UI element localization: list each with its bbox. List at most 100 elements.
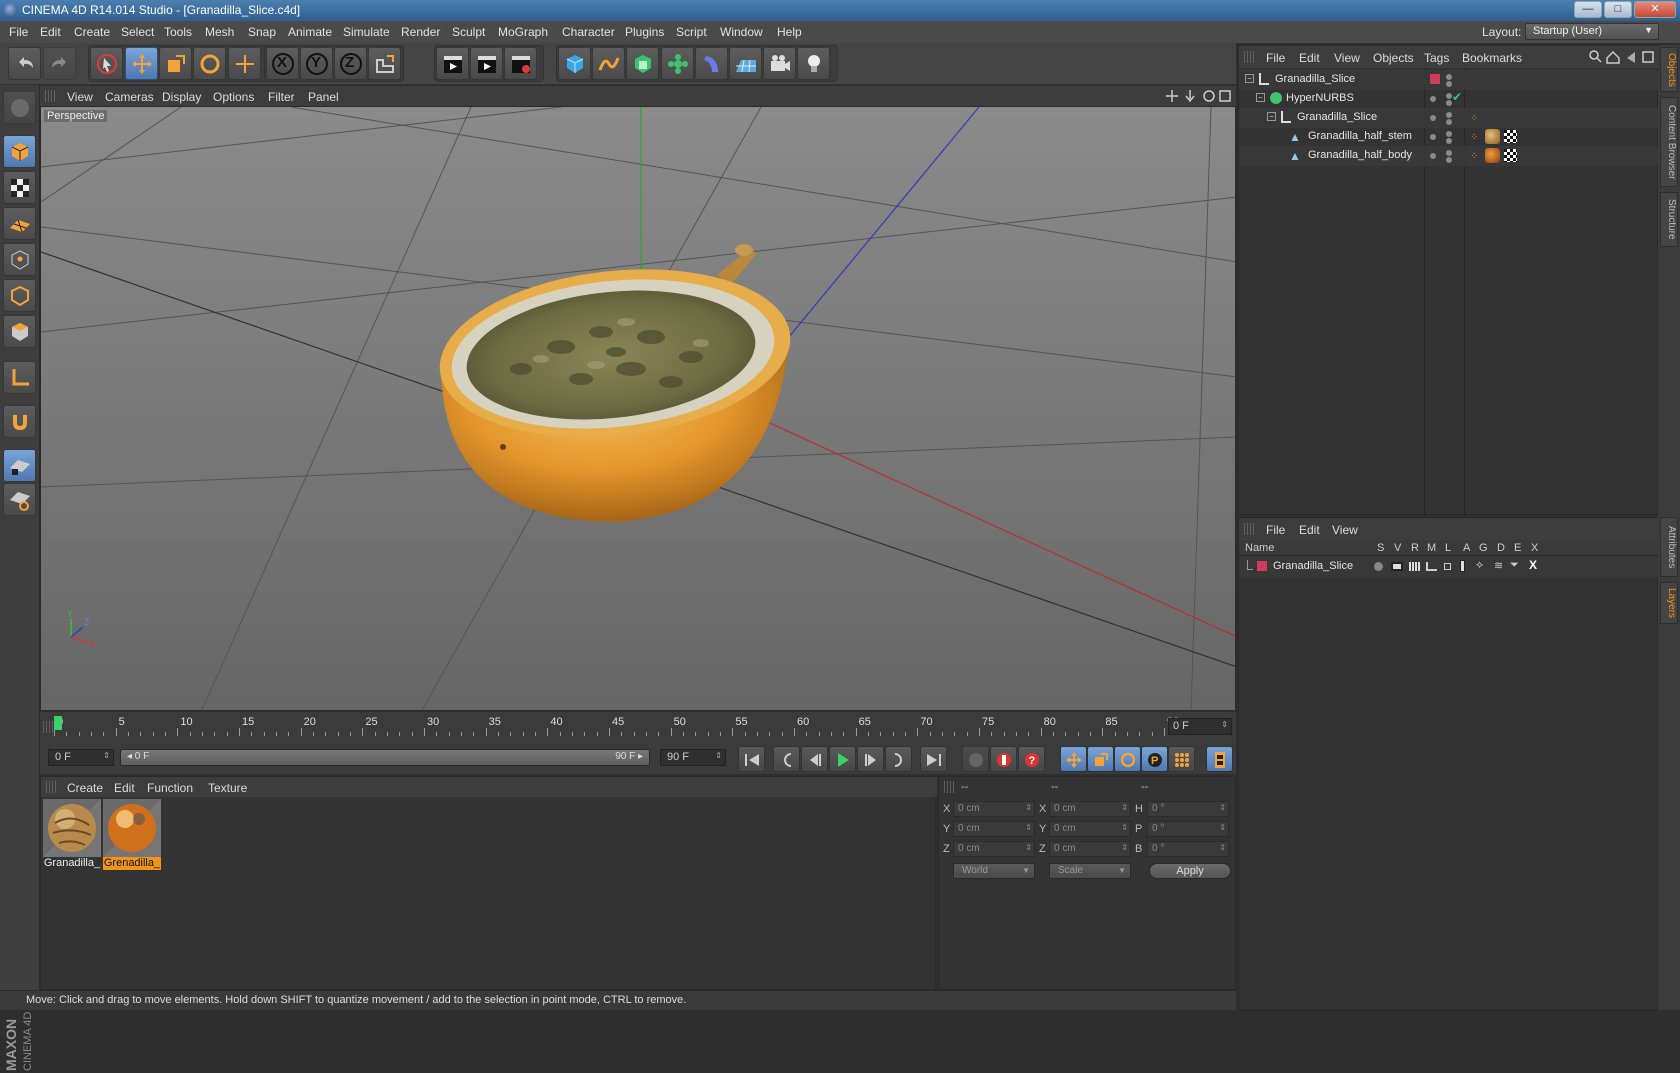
edge-mode-button[interactable] <box>3 279 36 312</box>
col-locked[interactable]: L <box>1445 542 1451 554</box>
panel-grip-icon[interactable] <box>944 781 954 793</box>
col-deformers[interactable]: D <box>1497 542 1505 554</box>
record-active-objects-button[interactable] <box>962 746 989 772</box>
snapping-button[interactable] <box>3 405 36 438</box>
viewport-menu-view[interactable]: View <box>67 90 93 104</box>
go-to-start-button[interactable] <box>738 746 765 772</box>
render-visibility-dot[interactable] <box>1446 119 1452 125</box>
scale-tool-button[interactable] <box>159 47 192 80</box>
menu-edit[interactable]: Edit <box>40 25 61 39</box>
om-menu-bookmarks[interactable]: Bookmarks <box>1462 51 1522 65</box>
live-selection-button[interactable] <box>90 47 123 80</box>
rot-h-field[interactable]: 0 ° ⇕ <box>1147 801 1229 817</box>
pos-x-field[interactable]: 0 cm ⇕ <box>953 801 1035 817</box>
deformer-icon[interactable]: ≋ <box>1494 559 1503 572</box>
col-generators[interactable]: G <box>1479 542 1488 554</box>
col-view[interactable]: V <box>1394 542 1401 554</box>
phong-tag-icon[interactable]: ⁘ <box>1470 113 1479 124</box>
om-menu-view[interactable]: View <box>1334 51 1360 65</box>
xref-icon[interactable]: X <box>1529 558 1537 572</box>
material-tag-icon[interactable] <box>1485 148 1500 163</box>
render-visibility-dot[interactable] <box>1446 81 1452 87</box>
move-tool-button[interactable] <box>125 47 158 80</box>
uvw-tag-icon[interactable] <box>1504 149 1517 162</box>
render-visibility-dot[interactable] <box>1446 157 1452 163</box>
object-row-granadilla-slice[interactable]: − Granadilla_Slice ⁘ <box>1239 108 1659 128</box>
animation-icon[interactable] <box>1460 560 1465 572</box>
3d-viewport[interactable]: Y Z X Perspective <box>40 106 1236 711</box>
menu-tools[interactable]: Tools <box>164 25 192 39</box>
col-xref[interactable]: X <box>1531 542 1538 554</box>
material-menu-function[interactable]: Function <box>147 781 193 795</box>
tab-content-browser[interactable]: Content Browser <box>1660 97 1678 187</box>
undo-button[interactable] <box>8 47 41 80</box>
menu-select[interactable]: Select <box>121 25 154 39</box>
collapse-toggle-icon[interactable]: − <box>1245 74 1254 83</box>
layer-dot[interactable] <box>1430 115 1436 121</box>
collapse-toggle-icon[interactable]: − <box>1256 93 1265 102</box>
uvw-tag-icon[interactable] <box>1504 130 1517 143</box>
col-name[interactable]: Name <box>1245 542 1274 554</box>
collapse-toggle-icon[interactable]: − <box>1267 112 1276 121</box>
subdivision-surface-button[interactable] <box>626 47 659 80</box>
menu-animate[interactable]: Animate <box>288 25 332 39</box>
playhead-marker[interactable] <box>54 716 62 730</box>
viewport-menu-panel[interactable]: Panel <box>308 90 339 104</box>
material-swatch-selected[interactable]: Grenadilla_ <box>103 799 161 871</box>
material-menu-texture[interactable]: Texture <box>208 781 247 795</box>
solo-toggle-icon[interactable] <box>1374 562 1383 571</box>
record-parameter-button[interactable]: P <box>1141 746 1168 772</box>
viewport-menu-options[interactable]: Options <box>213 90 254 104</box>
size-z-field[interactable]: 0 cm ⇕ <box>1049 841 1131 857</box>
light-button[interactable] <box>797 47 830 80</box>
generator-icon[interactable]: ⟡ <box>1476 559 1483 572</box>
render-view-button[interactable] <box>436 47 469 80</box>
layer-color-swatch[interactable] <box>1430 74 1440 84</box>
om-menu-edit[interactable]: Edit <box>1299 51 1320 65</box>
tab-structure[interactable]: Structure <box>1660 192 1678 247</box>
col-manager[interactable]: M <box>1427 542 1436 554</box>
panel-grip-icon[interactable] <box>1244 51 1254 63</box>
menu-mograph[interactable]: MoGraph <box>498 25 548 39</box>
render-film-icon[interactable] <box>1409 562 1420 571</box>
frame-ruler[interactable]: 051015202530354045505560657075808590 <box>54 714 1179 738</box>
col-render[interactable]: R <box>1411 542 1419 554</box>
menu-file[interactable]: File <box>9 25 28 39</box>
layer-dot[interactable] <box>1430 134 1436 140</box>
tab-layers[interactable]: Layers <box>1660 582 1678 624</box>
render-picture-viewer-button[interactable] <box>470 47 503 80</box>
rot-p-field[interactable]: 0 ° ⇕ <box>1147 821 1229 837</box>
phong-tag-icon[interactable]: ⁘ <box>1470 132 1478 143</box>
object-row-hypernurbs[interactable]: − HyperNURBS ✔ <box>1239 89 1659 109</box>
rot-b-field[interactable]: 0 ° ⇕ <box>1147 841 1229 857</box>
spline-pen-button[interactable] <box>592 47 625 80</box>
lm-menu-file[interactable]: File <box>1266 523 1285 537</box>
tab-objects[interactable]: Objects <box>1660 47 1678 92</box>
autokeying-button[interactable] <box>990 746 1017 772</box>
camera-button[interactable] <box>763 47 796 80</box>
floor-environment-button[interactable] <box>729 47 762 80</box>
menu-window[interactable]: Window <box>720 25 763 39</box>
viewport-camera-label[interactable]: Perspective <box>43 109 109 123</box>
viewport-menu-filter[interactable]: Filter <box>268 90 295 104</box>
locked-workplane-button[interactable] <box>3 449 36 482</box>
pos-y-field[interactable]: 0 cm ⇕ <box>953 821 1035 837</box>
object-row-granadilla-slice-root[interactable]: − Granadilla_Slice <box>1239 70 1659 90</box>
material-menu-edit[interactable]: Edit <box>114 781 135 795</box>
coordinate-system-button[interactable] <box>368 47 401 80</box>
z-axis-lock-button[interactable]: Z <box>334 47 367 80</box>
om-menu-tags[interactable]: Tags <box>1424 51 1449 65</box>
previous-frame-button[interactable] <box>801 746 828 772</box>
size-mode-dropdown[interactable]: Scale ▼ <box>1049 863 1131 879</box>
layer-row[interactable]: Granadilla_Slice ⟡ ≋ ⏷ X <box>1239 557 1659 577</box>
viewport-menu-display[interactable]: Display <box>162 90 201 104</box>
enabled-check-icon[interactable]: ✔ <box>1452 90 1462 104</box>
menu-simulate[interactable]: Simulate <box>343 25 390 39</box>
material-menu-create[interactable]: Create <box>67 781 103 795</box>
timeline-ruler[interactable]: 051015202530354045505560657075808590 0 F… <box>40 712 1236 742</box>
editor-visibility-dot[interactable] <box>1446 112 1452 118</box>
menu-character[interactable]: Character <box>562 25 615 39</box>
material-swatch[interactable]: Granadilla_ <box>43 799 101 871</box>
object-row-granadilla-half-stem[interactable]: ▲ Granadilla_half_stem ⁘ <box>1239 127 1659 147</box>
maximize-button[interactable]: □ <box>1604 1 1632 18</box>
